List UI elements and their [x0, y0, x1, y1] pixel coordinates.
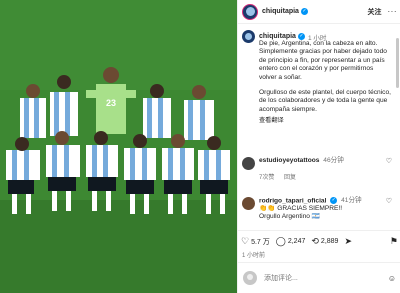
comment-input[interactable] — [262, 273, 386, 283]
svg-text:23: 23 — [106, 98, 116, 108]
comment-flag-emoji: 🇦🇷 — [311, 213, 321, 221]
author-avatar[interactable] — [242, 3, 258, 20]
comment-like-heart-icon[interactable]: ♡ — [386, 157, 392, 165]
comment-verified-icon: ✓ — [330, 197, 338, 204]
comment-body-2: Orgullo Argentino — [259, 213, 310, 221]
repost-icon[interactable]: ⟲ — [311, 236, 319, 247]
see-translation-link[interactable]: 查看翻译 — [259, 115, 392, 124]
comment-composer: ☺ — [238, 262, 400, 293]
follow-button[interactable]: 关注 — [368, 7, 382, 17]
shares-count: 2,889 — [320, 238, 339, 245]
post-side-panel: chiquitapia ✓ 关注 ··· chiquitapia ✓ 1 小时 … — [237, 0, 400, 293]
caption-verified-icon: ✓ — [297, 33, 305, 40]
comment-item: estudioyeyotattoos 46分钟 ♡ 7次赞 回复 — [242, 157, 392, 181]
comment-reply-button[interactable]: 回复 — [284, 175, 296, 181]
comment-text: estudioyeyotattoos 46分钟 — [259, 157, 377, 165]
commenter-avatar[interactable] — [242, 197, 255, 210]
comment-username[interactable]: rodrigo_tapari_oficial — [259, 197, 326, 204]
like-action[interactable]: ♡ 5.7 万 — [241, 236, 270, 247]
team-photo-illustration: 23 — [0, 0, 237, 293]
author-username[interactable]: chiquitapia — [262, 8, 299, 15]
bookmark-icon[interactable]: ⚑ — [390, 236, 398, 247]
post-header: chiquitapia ✓ 关注 ··· — [238, 0, 400, 24]
instagram-post-modal: 23 chiquitapia ✓ 关注 ··· chiquitapia ✓ 1 … — [0, 0, 400, 293]
send-icon[interactable]: ➤ — [344, 236, 352, 247]
comment-text: rodrigo_tapari_oficial ✓ 41分钟 👏👏 GRACIAS… — [259, 197, 377, 221]
caption-avatar[interactable] — [242, 30, 255, 43]
caption-paragraph-2: Orgulloso de este plantel, del cuerpo té… — [259, 89, 391, 113]
caption-text: De pie, Argentina, con la cabeza en alto… — [259, 40, 392, 114]
comment-body: GRACIAS SIEMPRE!! — [277, 205, 343, 213]
current-user-avatar — [243, 271, 257, 285]
post-photo[interactable]: 23 — [0, 0, 237, 293]
caption-username[interactable]: chiquitapia — [259, 33, 296, 40]
post-timestamp: 1 小时前 — [242, 253, 266, 259]
comment-time: 46分钟 — [323, 157, 344, 164]
comment-item: rodrigo_tapari_oficial ✓ 41分钟 👏👏 GRACIAS… — [242, 197, 392, 221]
comment-meta: 7次赞 回复 — [259, 172, 392, 181]
post-caption: chiquitapia ✓ 1 小时 De pie, Argentina, co… — [242, 30, 392, 124]
comment-action[interactable]: ◯ 2,247 — [276, 236, 306, 247]
comment-bubble-icon[interactable]: ◯ — [276, 236, 286, 247]
heart-icon[interactable]: ♡ — [241, 236, 249, 247]
scrollbar[interactable] — [396, 38, 399, 88]
comments-count: 2,247 — [287, 238, 306, 245]
emoji-picker-icon[interactable]: ☺ — [388, 274, 396, 283]
verified-badge-icon: ✓ — [300, 8, 308, 15]
more-options-icon[interactable]: ··· — [388, 7, 398, 16]
share-action[interactable]: ⟲ 2,889 — [311, 236, 338, 247]
comment-likes-count[interactable]: 7次赞 — [259, 175, 274, 181]
comment-emoji: 👏👏 — [259, 205, 276, 213]
likes-count: 5.7 万 — [251, 238, 270, 246]
comment-time: 41分钟 — [341, 197, 362, 205]
post-actions-bar: ♡ 5.7 万 ◯ 2,247 ⟲ 2,889 ➤ ⚑ — [238, 230, 400, 252]
caption-paragraph-1: De pie, Argentina, con la cabeza en alto… — [259, 40, 387, 81]
commenter-avatar[interactable] — [242, 157, 255, 170]
comment-username[interactable]: estudioyeyotattoos — [259, 157, 319, 164]
comment-like-heart-icon[interactable]: ♡ — [386, 197, 392, 205]
